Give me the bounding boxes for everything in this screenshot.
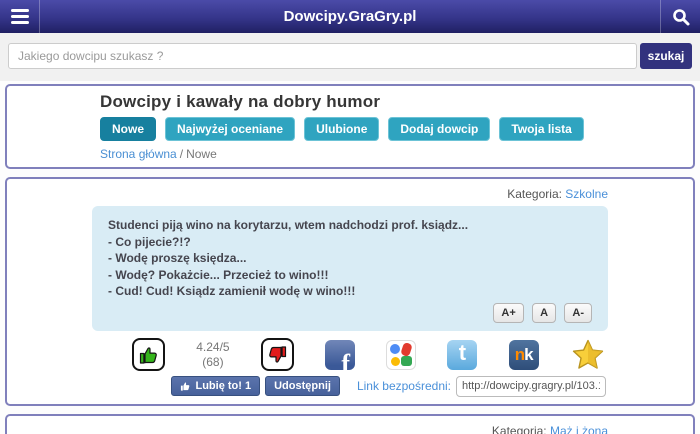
joke-text-box: Studenci piją wino na korytarzu, wtem na… bbox=[92, 206, 608, 331]
twitter-share-icon[interactable]: t bbox=[447, 340, 477, 370]
search-submit-button[interactable]: szukaj bbox=[640, 43, 692, 69]
category-label: Kategoria: bbox=[507, 187, 562, 201]
hamburger-menu-icon bbox=[11, 9, 29, 24]
search-bar: szukaj bbox=[0, 33, 700, 81]
rating-votes: (68) bbox=[196, 355, 229, 370]
fb-like-button[interactable]: Lubię to! 1 bbox=[171, 376, 260, 396]
font-increase-button[interactable]: A+ bbox=[493, 303, 523, 323]
search-icon bbox=[671, 7, 691, 27]
search-toggle-button[interactable] bbox=[660, 0, 700, 33]
breadcrumb: Strona główna/Nowe bbox=[100, 147, 608, 161]
breadcrumb-current: Nowe bbox=[186, 147, 217, 161]
joke-card-1: Kategoria: Szkolne Studenci piją wino na… bbox=[5, 177, 695, 406]
facebook-share-icon[interactable]: f bbox=[325, 340, 355, 370]
category-link-szkolne[interactable]: Szkolne bbox=[565, 187, 608, 201]
vote-up-button[interactable] bbox=[132, 338, 165, 371]
joke-line: - Wodę proszę księdza... bbox=[108, 250, 592, 267]
direct-link-input[interactable] bbox=[456, 376, 606, 397]
nav-button-najwyzej-oceniane[interactable]: Najwyżej oceniane bbox=[165, 117, 295, 141]
nav-buttons: Nowe Najwyżej oceniane Ulubione Dodaj do… bbox=[100, 117, 608, 141]
nav-button-dodaj-dowcip[interactable]: Dodaj dowcip bbox=[388, 117, 490, 141]
top-bar: Dowcipy.GraGry.pl bbox=[0, 0, 700, 33]
nav-button-nowe[interactable]: Nowe bbox=[100, 117, 156, 141]
app-title: Dowcipy.GraGry.pl bbox=[0, 0, 700, 33]
nk-share-icon[interactable]: nk bbox=[509, 340, 539, 370]
category-line: Kategoria: Szkolne bbox=[92, 187, 608, 201]
fb-share-button[interactable]: Udostępnij bbox=[265, 376, 340, 396]
like-thumb-icon bbox=[180, 381, 191, 392]
favorite-star-icon[interactable] bbox=[570, 338, 606, 372]
joke-line: Studenci piją wino na korytarzu, wtem na… bbox=[108, 217, 592, 234]
joke-line: - Cud! Cud! Ksiądz zamienił wodę w wino!… bbox=[108, 283, 592, 300]
category-label: Kategoria: bbox=[492, 424, 547, 434]
rating-value: 4.24/5 (68) bbox=[196, 340, 229, 370]
facebook-actions-row: Lubię to! 1 Udostępnij Link bezpośredni: bbox=[92, 376, 608, 397]
font-decrease-button[interactable]: A- bbox=[564, 303, 592, 323]
breadcrumb-home-link[interactable]: Strona główna bbox=[100, 147, 177, 161]
rating-score: 4.24/5 bbox=[196, 340, 229, 355]
rating-share-icons-row: 4.24/5 (68) f t nk bbox=[92, 338, 608, 372]
page-header-card: Dowcipy i kawały na dobry humor Nowe Naj… bbox=[5, 84, 695, 169]
menu-button[interactable] bbox=[0, 0, 40, 33]
category-line: Kategoria: Mąż i żona bbox=[92, 424, 608, 434]
font-size-controls: A+ A A- bbox=[108, 300, 592, 325]
category-link-maz-i-zona[interactable]: Mąż i żona bbox=[550, 424, 608, 434]
vote-down-button[interactable] bbox=[261, 338, 294, 371]
nav-button-twoja-lista[interactable]: Twoja lista bbox=[499, 117, 583, 141]
search-input[interactable] bbox=[8, 43, 637, 69]
joke-line: - Wodę? Pokażcie... Przecież to wino!!! bbox=[108, 267, 592, 284]
fb-like-label: Lubię to! 1 bbox=[195, 380, 251, 392]
google-share-icon[interactable] bbox=[386, 340, 416, 370]
breadcrumb-separator: / bbox=[180, 147, 183, 161]
thumb-down-icon bbox=[265, 343, 289, 367]
joke-card-2: Kategoria: Mąż i żona Pewnego wieczoru l… bbox=[5, 414, 695, 434]
direct-link-label: Link bezpośredni: bbox=[357, 379, 451, 393]
joke-line: - Co pijecie?!? bbox=[108, 234, 592, 251]
page-title: Dowcipy i kawały na dobry humor bbox=[100, 92, 608, 112]
font-normal-button[interactable]: A bbox=[532, 303, 556, 323]
thumb-up-icon bbox=[137, 343, 161, 367]
nav-button-ulubione[interactable]: Ulubione bbox=[304, 117, 379, 141]
